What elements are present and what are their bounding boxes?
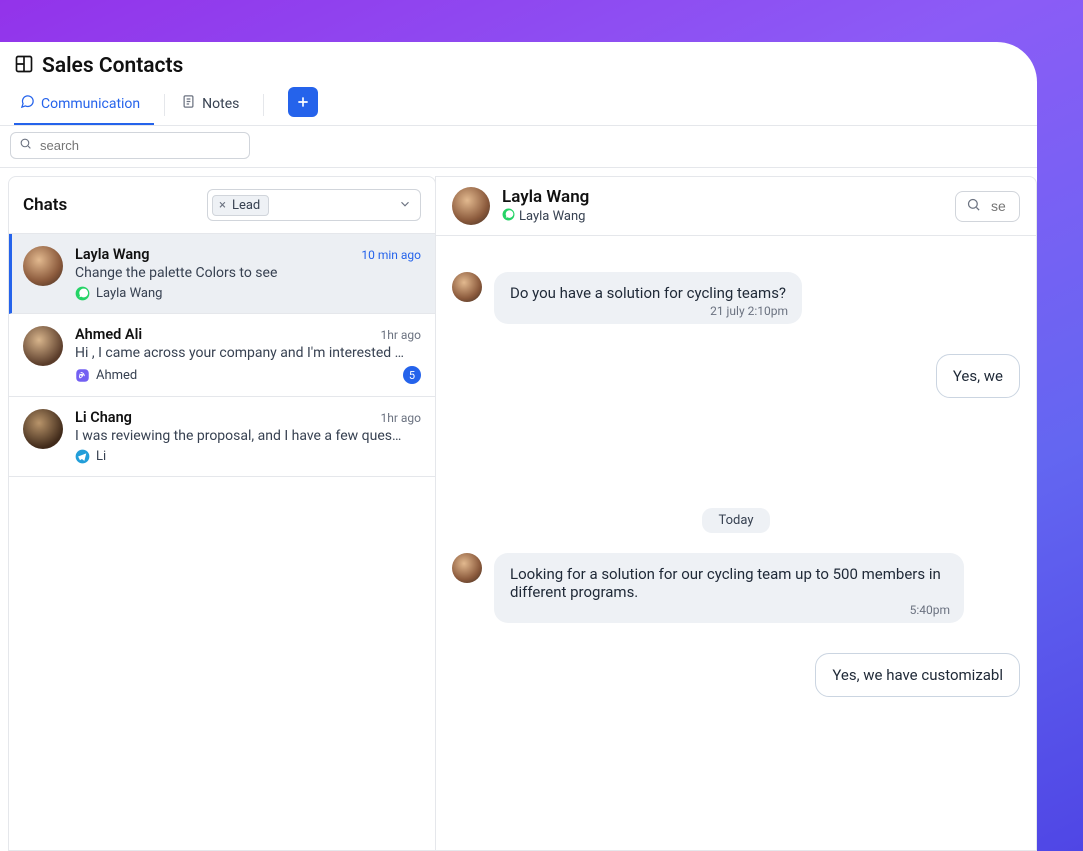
conversation-search[interactable] bbox=[955, 191, 1020, 222]
tab-notes[interactable]: Notes bbox=[175, 84, 253, 125]
avatar bbox=[23, 326, 63, 366]
app-window: Sales Contacts Communication Notes bbox=[0, 42, 1037, 851]
message-text: Do you have a solution for cycling teams… bbox=[510, 284, 786, 302]
avatar bbox=[452, 272, 482, 302]
chat-item[interactable]: Ahmed Ali 1hr ago Hi , I came across you… bbox=[9, 314, 435, 397]
add-button[interactable] bbox=[288, 87, 318, 117]
whatsapp-icon bbox=[502, 208, 515, 225]
message-in: Looking for a solution for our cycling t… bbox=[452, 553, 1020, 623]
avatar bbox=[452, 187, 490, 225]
message-text: Yes, we bbox=[953, 367, 1003, 385]
chats-title: Chats bbox=[23, 195, 67, 215]
chat-preview: I was reviewing the proposal, and I have… bbox=[75, 428, 405, 444]
conversation-header: Layla Wang Layla Wang bbox=[436, 177, 1036, 236]
layout-icon bbox=[14, 54, 34, 78]
chat-preview: Hi , I came across your company and I'm … bbox=[75, 345, 405, 361]
message-out: Yes, we have customizabl bbox=[452, 653, 1020, 697]
avatar bbox=[23, 409, 63, 449]
tabs: Communication Notes bbox=[0, 84, 1037, 126]
day-label: Today bbox=[702, 508, 769, 533]
contact-sub: Layla Wang bbox=[519, 209, 585, 224]
conversation-panel: Layla Wang Layla Wang bbox=[435, 176, 1037, 851]
search-bar bbox=[0, 126, 1037, 168]
chat-time: 1hr ago bbox=[380, 411, 421, 425]
contact-name: Layla Wang bbox=[502, 187, 589, 207]
chat-name: Ahmed Ali bbox=[75, 326, 142, 343]
chip-remove[interactable]: × bbox=[217, 198, 228, 213]
chat-time: 1hr ago bbox=[380, 328, 421, 342]
chat-icon bbox=[20, 94, 35, 113]
filter-chip: × Lead bbox=[212, 195, 269, 216]
tab-label: Communication bbox=[41, 96, 140, 112]
message-bubble: Do you have a solution for cycling teams… bbox=[494, 272, 802, 324]
chip-label: Lead bbox=[232, 198, 260, 213]
tab-label: Notes bbox=[202, 96, 239, 112]
message-in: Do you have a solution for cycling teams… bbox=[452, 272, 1020, 324]
chats-header: Chats × Lead bbox=[9, 177, 435, 234]
message-timestamp: 5:40pm bbox=[910, 603, 950, 617]
search-icon bbox=[966, 197, 981, 216]
chat-time: 10 min ago bbox=[361, 248, 421, 262]
avatar bbox=[23, 246, 63, 286]
chat-source: Layla Wang bbox=[96, 286, 162, 301]
chats-panel: Chats × Lead Layla Wang 10 bbox=[8, 176, 436, 851]
search-icon bbox=[19, 137, 32, 154]
message-text: Looking for a solution for our cycling t… bbox=[510, 565, 941, 601]
chat-name: Layla Wang bbox=[75, 246, 150, 263]
chat-item[interactable]: Li Chang 1hr ago I was reviewing the pro… bbox=[9, 397, 435, 477]
message-text: Yes, we have customizabl bbox=[832, 666, 1003, 684]
message-bubble: Yes, we bbox=[936, 354, 1020, 398]
filter-dropdown[interactable]: × Lead bbox=[207, 189, 421, 221]
chat-source: Ahmed bbox=[96, 368, 137, 383]
viber-icon bbox=[75, 368, 90, 383]
chevron-down-icon bbox=[398, 196, 412, 215]
whatsapp-icon bbox=[75, 286, 90, 301]
title-bar: Sales Contacts bbox=[0, 42, 1037, 84]
divider bbox=[263, 94, 264, 116]
message-timestamp: 21 july 2:10pm bbox=[710, 304, 788, 318]
search-input-wrapper[interactable] bbox=[10, 132, 250, 159]
message-bubble: Looking for a solution for our cycling t… bbox=[494, 553, 964, 623]
day-separator: Today bbox=[452, 508, 1020, 533]
unread-badge: 5 bbox=[403, 366, 421, 384]
notes-icon bbox=[181, 94, 196, 113]
tab-communication[interactable]: Communication bbox=[14, 84, 154, 125]
message-bubble: Yes, we have customizabl bbox=[815, 653, 1020, 697]
avatar bbox=[452, 553, 482, 583]
chat-preview: Change the palette Colors to see bbox=[75, 265, 405, 281]
search-input[interactable] bbox=[38, 137, 241, 154]
divider bbox=[164, 94, 165, 116]
page-title: Sales Contacts bbox=[42, 54, 183, 78]
messages-area: Do you have a solution for cycling teams… bbox=[436, 236, 1036, 850]
conversation-search-input[interactable] bbox=[989, 197, 1009, 215]
chat-name: Li Chang bbox=[75, 409, 132, 426]
chat-item[interactable]: Layla Wang 10 min ago Change the palette… bbox=[9, 234, 435, 314]
chat-source: Li bbox=[96, 449, 106, 464]
main-area: Chats × Lead Layla Wang 10 bbox=[0, 168, 1037, 851]
message-out: Yes, we bbox=[452, 354, 1020, 398]
telegram-icon bbox=[75, 449, 90, 464]
